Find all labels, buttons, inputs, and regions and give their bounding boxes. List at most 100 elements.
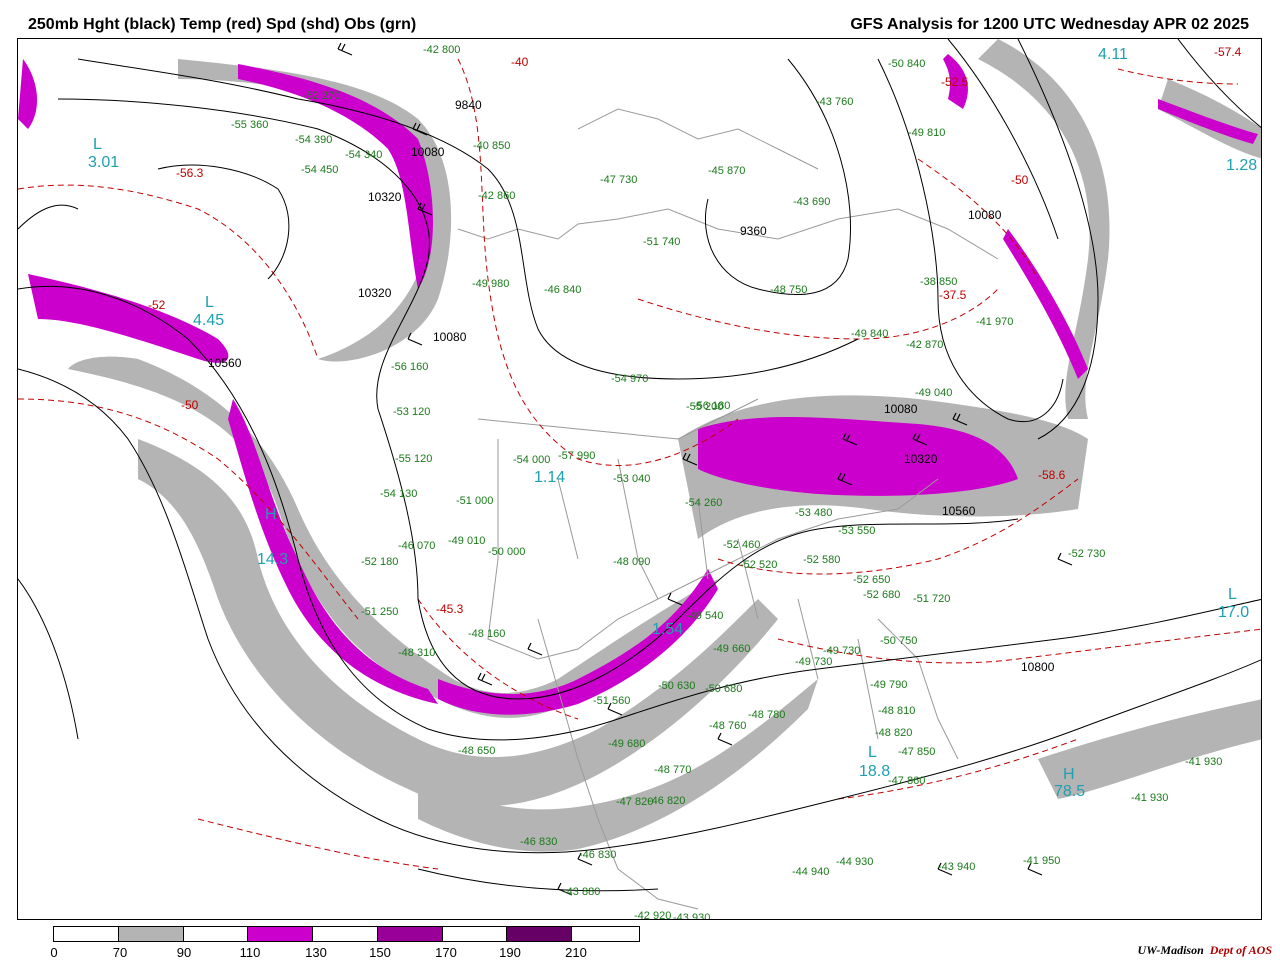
- chart-title: 250mb Hght (black) Temp (red) Spd (shd) …: [28, 16, 417, 33]
- station-obs: -50 750: [880, 635, 917, 647]
- station-obs: -48 310: [398, 647, 435, 659]
- center-value: 1.28: [1226, 157, 1257, 174]
- station-obs: -52 520: [740, 559, 777, 571]
- center-value: 1.54: [652, 621, 683, 638]
- station-obs: -48 160: [468, 628, 505, 640]
- height-label: 10320: [358, 286, 392, 300]
- height-label: 10560: [942, 504, 976, 518]
- center-value: 78.5: [1054, 783, 1085, 800]
- height-label: 10800: [1021, 660, 1055, 674]
- temperature-label: -50: [1011, 173, 1029, 187]
- center-value: 14.3: [257, 551, 288, 568]
- legend-swatch: [572, 927, 640, 941]
- station-obs: -46 830: [579, 849, 616, 861]
- center-value: 4.11: [1098, 46, 1128, 63]
- station-obs: -42 800: [423, 44, 460, 56]
- legend-swatch: [248, 927, 314, 941]
- temperature-label: -37.5: [939, 288, 967, 302]
- legend-swatch: [507, 927, 573, 941]
- center-marker: L: [868, 744, 877, 761]
- station-obs: -51 560: [593, 695, 630, 707]
- legend-label: 150: [369, 945, 391, 960]
- center-marker: L: [1228, 586, 1237, 603]
- station-obs: -51 740: [643, 236, 680, 248]
- legend-swatch: [442, 927, 508, 941]
- weather-map: 9840 10080 10320 10320 10080 10560 9360 …: [17, 38, 1262, 920]
- station-obs: -49 840: [851, 328, 888, 340]
- temperature-label: -56.3: [176, 166, 204, 180]
- station-obs: -56 160: [391, 361, 428, 373]
- station-obs: -53 550: [838, 525, 875, 537]
- station-obs: -48 760: [709, 720, 746, 732]
- center-value: 17.0: [1218, 604, 1249, 621]
- height-label: 10320: [368, 190, 402, 204]
- legend-label: 70: [112, 945, 128, 960]
- station-obs: -38 850: [920, 276, 957, 288]
- station-obs: -48 090: [613, 556, 650, 568]
- station-obs: -54 130: [380, 488, 417, 500]
- station-obs: -42 860: [478, 190, 515, 202]
- jet-core-110: [18, 59, 38, 129]
- credit-line: UW-Madison Dept of AOS: [1138, 943, 1272, 958]
- temperature-label: -52.5: [941, 75, 969, 89]
- legend-swatch: [118, 927, 184, 941]
- station-obs: -41 930: [1131, 792, 1168, 804]
- height-label: 10080: [968, 208, 1002, 222]
- station-obs: -57 990: [558, 450, 595, 462]
- station-obs: -52 580: [803, 554, 840, 566]
- height-label: 10080: [884, 402, 918, 416]
- temperature-label: -52: [148, 298, 166, 312]
- station-obs: -47 730: [600, 174, 637, 186]
- station-obs: -49 790: [870, 679, 907, 691]
- station-obs: -54 260: [685, 497, 722, 509]
- station-obs: -54 450: [301, 164, 338, 176]
- wind-speed-legend: [53, 926, 640, 942]
- station-obs: -48 750: [770, 284, 807, 296]
- station-obs: -52 270: [303, 90, 340, 102]
- height-label: 10560: [208, 356, 242, 370]
- map-canvas: 9840 10080 10320 10320 10080 10560 9360 …: [18, 39, 1261, 919]
- legend-label: 0: [50, 945, 58, 960]
- legend-label: 210: [565, 945, 587, 960]
- station-obs: -44 930: [836, 856, 873, 868]
- center-value: 4.45: [193, 312, 224, 329]
- station-obs: -51 720: [913, 593, 950, 605]
- station-obs: -40 850: [473, 140, 510, 152]
- station-obs: -42 870: [906, 339, 943, 351]
- station-obs: -53 040: [613, 473, 650, 485]
- temperature-label: -45.3: [436, 602, 464, 616]
- station-obs: -49 810: [908, 127, 945, 139]
- center-marker: H: [1063, 766, 1075, 783]
- legend-label: 130: [305, 945, 327, 960]
- station-obs: -52 680: [863, 589, 900, 601]
- center-marker: L: [93, 136, 102, 153]
- station-obs: -49 010: [448, 535, 485, 547]
- station-obs: -55 200: [686, 401, 723, 413]
- station-obs: -54 340: [345, 149, 382, 161]
- station-obs: -50 000: [488, 546, 525, 558]
- center-marker: H: [265, 506, 277, 523]
- station-obs: -51 000: [456, 495, 493, 507]
- station-obs: -49 730: [823, 645, 860, 657]
- station-obs: -48 820: [875, 727, 912, 739]
- station-obs: -52 650: [853, 574, 890, 586]
- valid-time-title: GFS Analysis for 1200 UTC Wednesday APR …: [850, 16, 1249, 33]
- station-obs: -48 780: [748, 709, 785, 721]
- legend-swatch: [313, 927, 378, 941]
- center-marker: L: [205, 294, 214, 311]
- center-value: 1.14: [534, 469, 565, 486]
- station-obs: -51 250: [361, 606, 398, 618]
- height-label: 9360: [740, 224, 767, 238]
- station-obs: -48 810: [878, 705, 915, 717]
- station-obs: -49 980: [472, 278, 509, 290]
- station-obs: -47 860: [888, 775, 925, 787]
- station-obs: -43 940: [938, 861, 975, 873]
- station-obs: -54 390: [295, 134, 332, 146]
- temperature-label: -40: [511, 55, 529, 69]
- station-obs: -48 770: [654, 764, 691, 776]
- station-obs: -41 930: [1185, 756, 1222, 768]
- height-label: 10080: [433, 330, 467, 344]
- station-obs: -55 360: [231, 119, 268, 131]
- station-obs: -50 840: [888, 58, 925, 70]
- station-obs: -43 880: [563, 886, 600, 898]
